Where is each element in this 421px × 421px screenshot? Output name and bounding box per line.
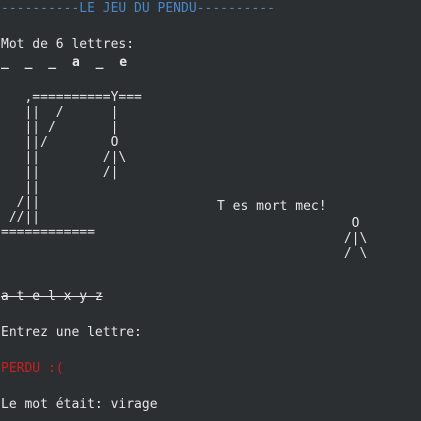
game-title-banner: ----------LE JEU DU PENDU---------- [1, 1, 275, 16]
word-length-label: Mot de 6 lettres: [1, 37, 135, 52]
answer-reveal: Le mot était: virage [1, 397, 158, 412]
letter-input-prompt[interactable]: Entrez une lettre: [1, 324, 142, 342]
death-message: T es mort mec! [217, 199, 327, 214]
result-status: PERDU :( [1, 361, 64, 376]
hanged-figure-ascii-art: O /|\ / \ [343, 216, 368, 261]
used-letters-list: a t e l x y z [1, 289, 103, 304]
word-mask: _ _ _ a _ e [1, 55, 129, 70]
gallows-ascii-art: ,==========Y=== || / | || / | ||/ O || /… [1, 90, 142, 240]
